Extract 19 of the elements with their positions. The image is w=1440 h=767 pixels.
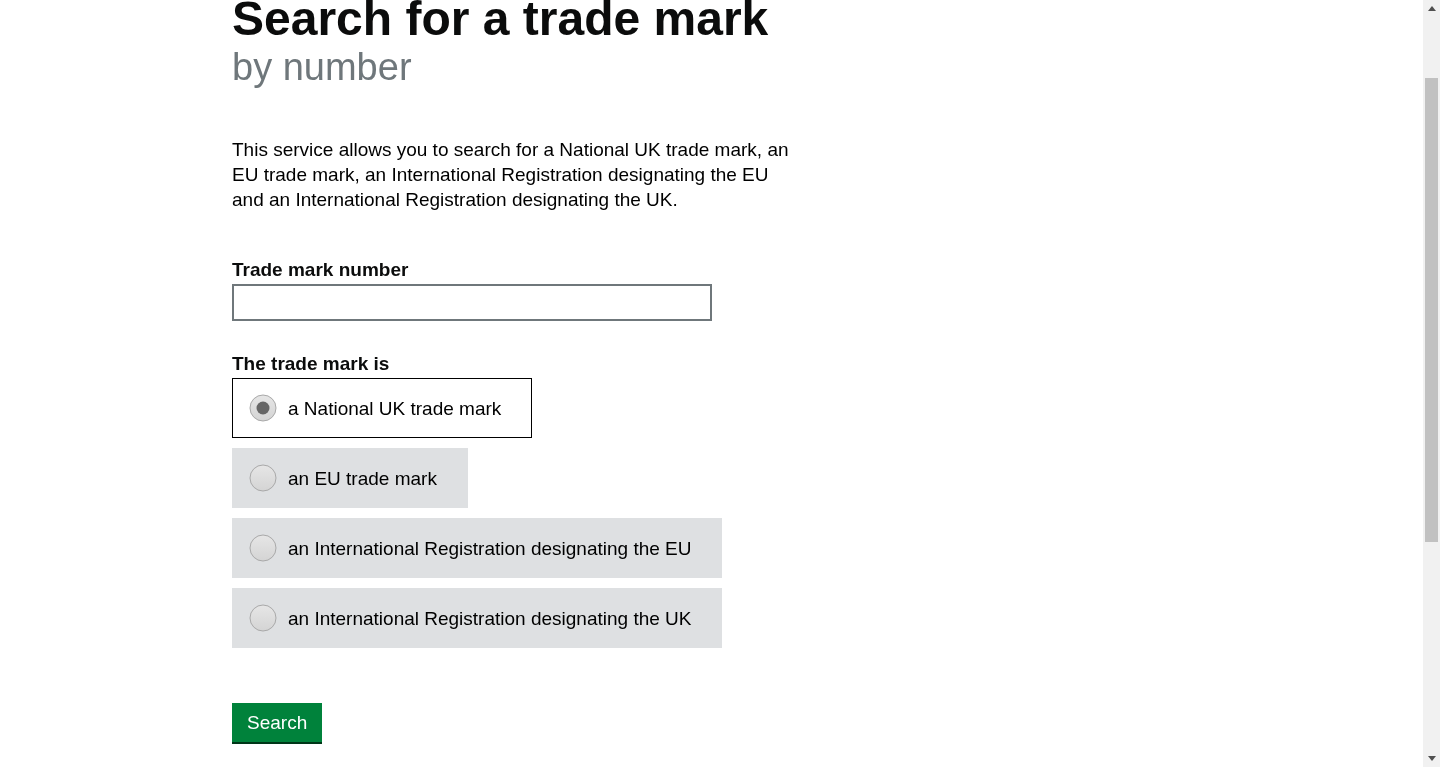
- scroll-down-icon[interactable]: [1427, 756, 1436, 761]
- radio-icon[interactable]: [249, 534, 277, 562]
- scroll-up-icon[interactable]: [1427, 6, 1436, 11]
- radio-icon[interactable]: [249, 464, 277, 492]
- radio-icon[interactable]: [249, 604, 277, 632]
- scrollbar-thumb[interactable]: [1425, 78, 1438, 542]
- radio-option[interactable]: an EU trade mark: [232, 448, 468, 508]
- trade-mark-number-input[interactable]: [232, 284, 712, 321]
- radio-option[interactable]: an International Registration designating the UK: [232, 588, 723, 648]
- radio-option[interactable]: an International Registration designating the EU: [232, 518, 723, 578]
- radio-option[interactable]: a National UK trade mark: [232, 378, 533, 438]
- intro-paragraph: This service allows you to search for a National UK trade mark, an EU trade mark, an International Registration designating the EU and an International Registration designating the UK.: [232, 138, 790, 212]
- scrollbar[interactable]: [1423, 0, 1440, 767]
- page-subtitle: by number: [232, 46, 412, 88]
- field-label: Trade mark number: [232, 258, 409, 282]
- radio-icon[interactable]: [249, 394, 277, 422]
- page-title: Search for a trade mark: [232, 0, 769, 43]
- search-button[interactable]: Search: [232, 703, 323, 742]
- radio-group-label: The trade mark is: [232, 352, 390, 376]
